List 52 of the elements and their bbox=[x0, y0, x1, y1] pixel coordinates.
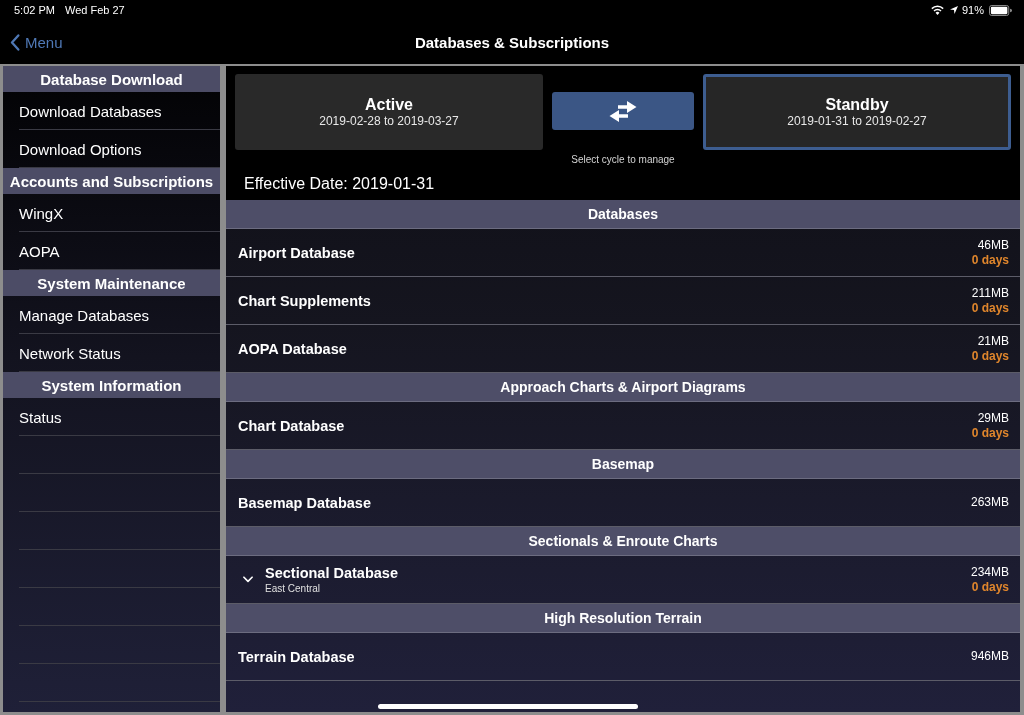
effective-date: Effective Date: 2019-01-31 bbox=[243, 174, 436, 194]
wifi-icon bbox=[930, 5, 944, 15]
chevron-down-icon[interactable] bbox=[243, 576, 253, 583]
sidebar-item[interactable]: Download Databases bbox=[19, 102, 162, 120]
sidebar-item[interactable]: WingX bbox=[19, 204, 64, 222]
section-header: Databases bbox=[226, 200, 1020, 229]
sidebar-section-header: Accounts and Subscriptions bbox=[3, 168, 220, 194]
region-label: East Central bbox=[265, 582, 321, 595]
section-header: Approach Charts & Airport Diagrams bbox=[226, 373, 1020, 402]
database-size: 234MB bbox=[970, 564, 1009, 580]
swap-arrows-icon bbox=[608, 100, 638, 122]
sidebar-item[interactable]: Status bbox=[19, 408, 62, 426]
sidebar-section-header: System Maintenance bbox=[3, 270, 220, 296]
sidebar-section-header: System Information bbox=[3, 372, 220, 398]
database-name: Airport Database bbox=[238, 243, 355, 262]
chevron-left-icon bbox=[10, 33, 20, 51]
database-name: Chart Supplements bbox=[238, 291, 371, 310]
database-name: Terrain Database bbox=[238, 647, 355, 666]
sidebar-item[interactable]: Download Options bbox=[19, 140, 142, 158]
database-size: 211MB bbox=[971, 285, 1009, 301]
section-header: High Resolution Terrain bbox=[226, 604, 1020, 633]
database-size: 29MB bbox=[977, 410, 1009, 426]
database-size: 21MB bbox=[977, 333, 1009, 349]
database-name: AOPA Database bbox=[238, 339, 347, 358]
database-size: 46MB bbox=[977, 237, 1009, 253]
section-header: Basemap bbox=[226, 450, 1020, 479]
back-button[interactable]: Menu bbox=[0, 27, 67, 57]
database-name: Chart Database bbox=[238, 416, 345, 435]
screen-title: Databases & Subscriptions bbox=[414, 33, 610, 51]
cycle-card[interactable]: Active 2019-02-28 to 2019-03-27 bbox=[235, 74, 543, 150]
section-header: Sectionals & Enroute Charts bbox=[226, 527, 1020, 556]
days-remaining: 0 days bbox=[971, 348, 1009, 364]
cycle-hint: Select cycle to manage bbox=[571, 154, 675, 166]
database-size: 263MB bbox=[970, 495, 1009, 510]
battery-percent: 91% bbox=[961, 4, 984, 16]
days-remaining: 0 days bbox=[971, 425, 1009, 441]
days-remaining: 0 days bbox=[971, 300, 1009, 316]
days-remaining: 0 days bbox=[971, 252, 1009, 268]
sidebar-item[interactable]: AOPA bbox=[19, 242, 60, 260]
sidebar-item[interactable]: Manage Databases bbox=[19, 306, 150, 324]
days-remaining: 0 days bbox=[971, 579, 1009, 595]
battery-icon bbox=[989, 4, 1012, 16]
status-time: 5:02 PM bbox=[14, 4, 55, 16]
swap-cycles-button[interactable] bbox=[552, 92, 694, 130]
database-name: Basemap Database bbox=[238, 493, 371, 512]
location-arrow-icon bbox=[949, 6, 958, 14]
sidebar-section-header: Database Download bbox=[3, 66, 220, 92]
sidebar-item[interactable]: Network Status bbox=[19, 344, 121, 362]
database-size: 946MB bbox=[970, 649, 1009, 664]
database-name: Sectional Database bbox=[265, 564, 398, 582]
status-date: Wed Feb 27 bbox=[64, 4, 125, 16]
cycle-card[interactable]: Standby 2019-01-31 to 2019-02-27 bbox=[703, 74, 1011, 150]
